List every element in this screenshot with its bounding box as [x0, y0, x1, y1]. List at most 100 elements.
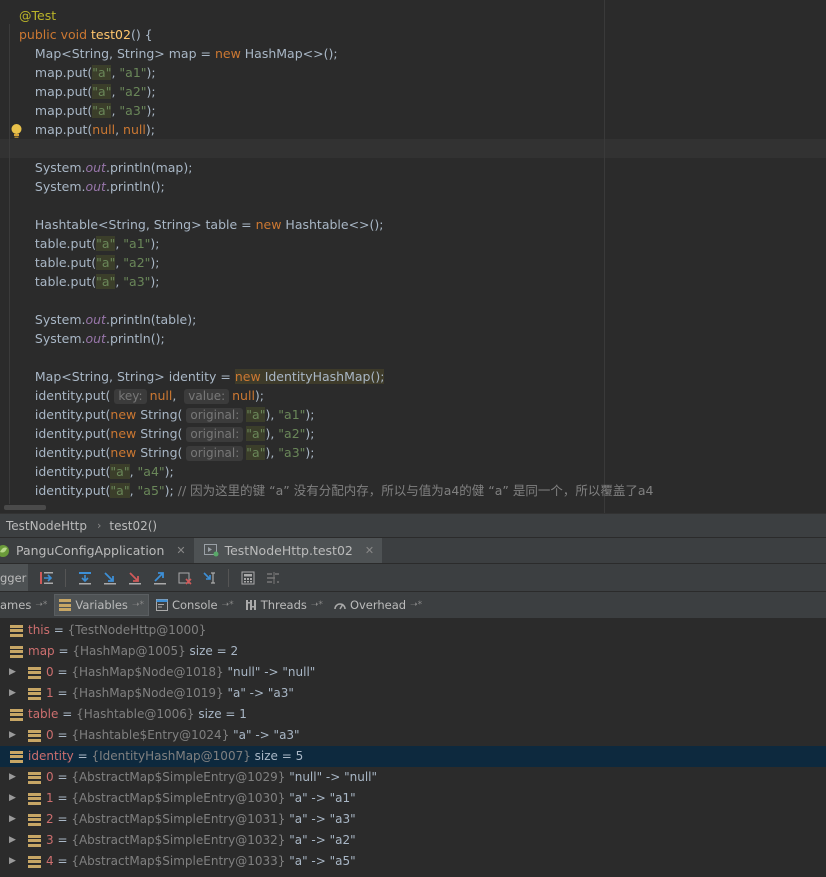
force-step-into-icon[interactable]: [122, 568, 147, 588]
code-line[interactable]: identity.put(new String( original: "a"), …: [19, 443, 315, 462]
show-execution-point-icon[interactable]: [34, 568, 59, 588]
expand-arrow-icon[interactable]: ▶: [9, 788, 16, 809]
code-line[interactable]: identity.put( key: null, value: null);: [19, 386, 264, 405]
variable-row[interactable]: ▶ 2 = {AbstractMap$SimpleEntry@1031} "a" …: [0, 809, 826, 830]
equals-sign: =: [54, 644, 73, 658]
pin-arrow-icon: ➝*: [35, 600, 48, 610]
equals-sign: =: [53, 812, 72, 826]
variable-row[interactable]: ▶ 0 = {HashMap$Node@1018} "null" -> "null…: [0, 662, 826, 683]
expand-arrow-icon[interactable]: ▶: [9, 725, 16, 746]
code-line[interactable]: identity.put(new String( original: "a"), …: [19, 405, 315, 424]
expand-arrow-icon[interactable]: ▶: [9, 809, 16, 830]
variable-row[interactable]: this = {TestNodeHttp@1000}: [0, 620, 826, 641]
variable-row[interactable]: table = {Hashtable@1006} size = 1: [0, 704, 826, 725]
variable-row[interactable]: identity = {IdentityHashMap@1007} size =…: [0, 746, 826, 767]
breadcrumb-class[interactable]: TestNodeHttp: [6, 519, 87, 533]
tab-console[interactable]: Console ➝*: [152, 594, 238, 616]
code-token: identity.put(: [19, 445, 111, 460]
code-line[interactable]: table.put("a", "a3");: [19, 272, 160, 291]
step-out-icon[interactable]: [147, 568, 172, 588]
code-token: Map<String, String> identity =: [19, 369, 235, 384]
code-line[interactable]: identity.put("a", "a5"); // 因为这里的键 “a” 没…: [19, 481, 653, 500]
close-icon[interactable]: ✕: [176, 544, 185, 557]
horizontal-scrollbar[interactable]: [4, 505, 46, 510]
step-into-icon[interactable]: [97, 568, 122, 588]
code-line[interactable]: Hashtable<String, String> table = new Ha…: [19, 215, 384, 234]
tab-overhead[interactable]: Overhead ➝*: [330, 594, 426, 616]
parameter-hint: original:: [186, 427, 244, 442]
pin-arrow-icon: ➝*: [221, 600, 234, 610]
variable-row[interactable]: ▶ 0 = {Hashtable$Entry@1024} "a" -> "a3": [0, 725, 826, 746]
evaluate-expression-icon[interactable]: [235, 568, 260, 588]
expand-arrow-icon[interactable]: ▶: [9, 767, 16, 788]
code-line[interactable]: map.put("a", "a1");: [19, 63, 156, 82]
code-line[interactable]: System.out.println();: [19, 177, 165, 196]
expand-arrow-icon[interactable]: ▶: [9, 662, 16, 683]
tab-frames[interactable]: ames ➝*: [0, 594, 51, 616]
equals-sign: =: [53, 791, 72, 805]
code-line[interactable]: map.put("a", "a2");: [19, 82, 156, 101]
code-token: String(: [140, 407, 187, 422]
variable-row[interactable]: ▶ 1 = {AbstractMap$SimpleEntry@1030} "a" …: [0, 788, 826, 809]
drop-frame-icon[interactable]: [172, 568, 197, 588]
code-token: );: [305, 426, 315, 441]
code-line[interactable]: System.out.println(map);: [19, 158, 193, 177]
tab-threads[interactable]: Threads ➝*: [241, 594, 327, 616]
right-margin-guide: [604, 0, 605, 513]
variable-name: 3: [46, 833, 54, 847]
variable-name: identity: [28, 749, 74, 763]
code-token: () {: [130, 27, 153, 42]
variable-row[interactable]: ▶ 4 = {AbstractMap$SimpleEntry@1033} "a" …: [0, 851, 826, 872]
code-line[interactable]: identity.put("a", "a4");: [19, 462, 174, 481]
code-line[interactable]: Map<String, String> map = new HashMap<>(…: [19, 44, 338, 63]
lightbulb-icon[interactable]: [10, 123, 23, 139]
expand-arrow-icon[interactable]: ▶: [9, 683, 16, 704]
close-icon[interactable]: ✕: [365, 544, 374, 557]
variable-row[interactable]: map = {HashMap@1005} size = 2: [0, 641, 826, 662]
variables-tree[interactable]: this = {TestNodeHttp@1000} map = {HashMap…: [0, 620, 826, 877]
expand-arrow-icon[interactable]: ▶: [9, 830, 16, 851]
equals-sign: =: [53, 854, 72, 868]
code-line[interactable]: System.out.println();: [19, 329, 165, 348]
field-icon: [10, 645, 23, 658]
code-token: public: [19, 27, 61, 42]
code-line[interactable]: table.put("a", "a2");: [19, 253, 160, 272]
debugger-tab[interactable]: gger: [0, 564, 29, 591]
code-token: "a": [96, 274, 116, 289]
code-token: System.: [19, 160, 86, 175]
code-line[interactable]: table.put("a", "a1");: [19, 234, 160, 253]
code-token: "a": [246, 426, 266, 441]
tab-test-node-http[interactable]: TestNodeHttp.test02 ✕: [193, 538, 383, 563]
expand-arrow-icon[interactable]: ▶: [9, 851, 16, 872]
code-line[interactable]: public void test02() {: [19, 25, 153, 44]
code-token: ),: [265, 407, 279, 422]
code-token: .println();: [105, 179, 165, 194]
code-token: "a3": [119, 103, 147, 118]
variable-row[interactable]: ▶ 1 = {HashMap$Node@1019} "a" -> "a3": [0, 683, 826, 704]
code-token: String(: [140, 445, 187, 460]
code-token: );: [146, 65, 156, 80]
code-line[interactable]: map.put("a", "a3");: [19, 101, 156, 120]
code-line[interactable]: identity.put(new String( original: "a"), …: [19, 424, 315, 443]
field-icon: [28, 834, 41, 847]
trace-current-stream-icon[interactable]: [260, 568, 285, 588]
code-line[interactable]: map.put(null, null);: [19, 120, 155, 139]
variable-row[interactable]: ▶ 0 = {AbstractMap$SimpleEntry@1029} "nul…: [0, 767, 826, 788]
tab-variables[interactable]: Variables ➝*: [54, 594, 149, 616]
variable-value: "a" -> "a3": [285, 812, 356, 826]
chevron-right-icon: ›: [97, 519, 102, 532]
parameter-hint: key:: [114, 389, 147, 404]
variable-type: {IdentityHashMap@1007}: [91, 749, 251, 763]
tab-pangu-config-application[interactable]: PanguConfigApplication ✕: [0, 538, 194, 563]
pin-arrow-icon: ➝*: [410, 600, 423, 610]
run-to-cursor-icon[interactable]: [197, 568, 222, 588]
tab-label: PanguConfigApplication: [16, 543, 165, 558]
code-line[interactable]: System.out.println(table);: [19, 310, 196, 329]
code-line[interactable]: Map<String, String> identity = new Ident…: [19, 367, 385, 386]
step-over-icon[interactable]: [72, 568, 97, 588]
equals-sign: =: [53, 833, 72, 847]
code-line[interactable]: @Test: [19, 6, 56, 25]
code-editor[interactable]: @Test public void test02() { Map<String, …: [0, 0, 826, 513]
variable-row[interactable]: ▶ 3 = {AbstractMap$SimpleEntry@1032} "a" …: [0, 830, 826, 851]
breadcrumb-method[interactable]: test02(): [109, 519, 157, 533]
